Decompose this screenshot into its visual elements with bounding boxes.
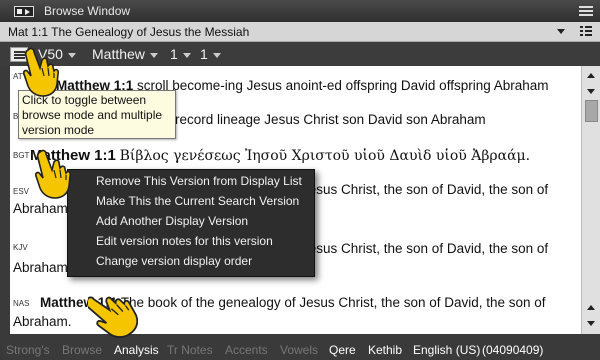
status-kethib[interactable]: Kethib — [368, 343, 402, 357]
window-title: Browse Window — [44, 4, 131, 18]
status-tr-notes[interactable]: Tr Notes — [167, 343, 213, 357]
status-browse[interactable]: Browse — [62, 343, 102, 357]
verse-text-continued: Abraham. — [13, 260, 72, 275]
status-qere[interactable]: Qere — [329, 343, 356, 357]
reference-bar[interactable]: Mat 1:1 The Genealogy of Jesus the Messi… — [0, 22, 600, 42]
verse-text: Jesus Christ, the son of David, the son … — [302, 241, 549, 256]
scroll-up-icon[interactable] — [585, 301, 598, 314]
hand-pointer-icon — [23, 47, 59, 97]
chevron-down-icon — [212, 52, 221, 58]
verse-text: The book of the genealogy of Jesus Chris… — [120, 295, 546, 310]
verse-selector[interactable]: 1 — [200, 46, 221, 62]
vertical-scrollbar[interactable] — [581, 66, 600, 334]
window-menu-icon[interactable] — [579, 3, 593, 19]
menu-item-change-display-order[interactable]: Change version display order — [96, 254, 252, 268]
menu-item-add-display-version[interactable]: Add Another Display Version — [96, 214, 248, 228]
verse-text: record lineage Jesus Christ son David so… — [175, 112, 486, 127]
verse-text: Jesus Christ, the son of David, the son … — [302, 182, 549, 197]
hand-pointer-icon — [35, 149, 71, 199]
hand-pointer-icon — [88, 296, 138, 338]
status-accents[interactable]: Accents — [225, 343, 268, 357]
chevron-down-icon — [149, 52, 158, 58]
menu-item-remove-version[interactable]: Remove This Version from Display List — [96, 174, 302, 188]
status-strongs[interactable]: Strong's — [6, 343, 50, 357]
verse-text: Βίβλος γενέσεως Ἰησοῦ Χριστοῦ υἱοῦ Δαυὶδ… — [119, 148, 531, 164]
dropdown-arrow-icon[interactable] — [557, 29, 565, 34]
version-label: NAS — [13, 299, 30, 308]
status-language[interactable]: English (US) — [413, 343, 480, 357]
status-analysis[interactable]: Analysis — [114, 343, 159, 357]
verse-text-continued: Abraham. — [13, 314, 72, 329]
status-bar: Strong's Browse Analysis Tr Notes Accent… — [0, 340, 600, 360]
chapter-selector[interactable]: 1 — [170, 46, 191, 62]
scrollbar-thumb[interactable] — [585, 100, 598, 122]
scroll-up-icon[interactable] — [585, 69, 598, 82]
chevron-down-icon — [67, 52, 76, 58]
toolbar: V50 Matthew 1 1 — [0, 43, 600, 66]
status-vowels[interactable]: Vowels — [280, 343, 318, 357]
book-selector[interactable]: Matthew — [92, 46, 158, 62]
verse-text: scroll become-ing Jesus anoint-ed offspr… — [137, 78, 549, 93]
menu-item-edit-version-notes[interactable]: Edit version notes for this version — [96, 234, 273, 248]
title-bar: Browse Window — [0, 0, 600, 22]
status-code: (04090409) — [482, 343, 544, 357]
menu-item-make-search-version[interactable]: Make This the Current Search Version — [96, 194, 299, 208]
window-icon[interactable] — [14, 6, 34, 17]
version-label: BGT — [13, 151, 30, 160]
chevron-down-icon — [182, 52, 191, 58]
version-label: ESV — [13, 187, 30, 196]
version-label: KJV — [13, 243, 28, 252]
verse-text-continued: Abraham. — [13, 201, 72, 216]
reference-text: Mat 1:1 The Genealogy of Jesus the Messi… — [8, 25, 250, 39]
version-context-menu: Remove This Version from Display List Ma… — [67, 169, 315, 277]
scroll-down-icon[interactable] — [585, 85, 598, 98]
reference-menu-icon[interactable] — [580, 26, 592, 38]
scroll-down-icon[interactable] — [585, 317, 598, 330]
